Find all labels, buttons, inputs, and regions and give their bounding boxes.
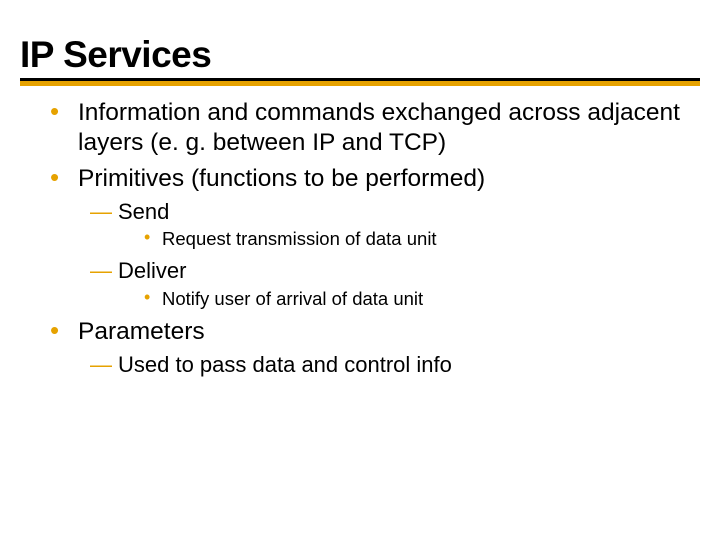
title-rule-accent [20,81,700,86]
list-item: Send Request transmission of data unit [96,198,700,252]
page-title: IP Services [20,34,700,76]
bullet-text: Deliver [118,258,186,283]
bullet-text: Parameters [78,318,205,345]
slide: IP Services Information and commands exc… [0,0,720,540]
sub-sub-list: Notify user of arrival of data unit [118,287,700,311]
bullet-list: Information and commands exchanged acros… [20,98,700,378]
sub-list: Send Request transmission of data unit D… [78,198,700,311]
bullet-text: Send [118,199,169,224]
bullet-text: Primitives (functions to be performed) [78,165,485,192]
bullet-text: Information and commands exchanged acros… [78,99,680,156]
bullet-text: Used to pass data and control info [118,352,452,377]
bullet-text: Request transmission of data unit [162,228,437,249]
list-item: Parameters Used to pass data and control… [50,317,700,378]
list-item: Information and commands exchanged acros… [50,98,700,158]
list-item: Primitives (functions to be performed) S… [50,164,700,311]
list-item: Notify user of arrival of data unit [144,287,700,311]
bullet-text: Notify user of arrival of data unit [162,288,423,309]
list-item: Request transmission of data unit [144,227,700,251]
sub-sub-list: Request transmission of data unit [118,227,700,251]
sub-list: Used to pass data and control info [78,351,700,379]
list-item: Deliver Notify user of arrival of data u… [96,257,700,311]
list-item: Used to pass data and control info [96,351,700,379]
